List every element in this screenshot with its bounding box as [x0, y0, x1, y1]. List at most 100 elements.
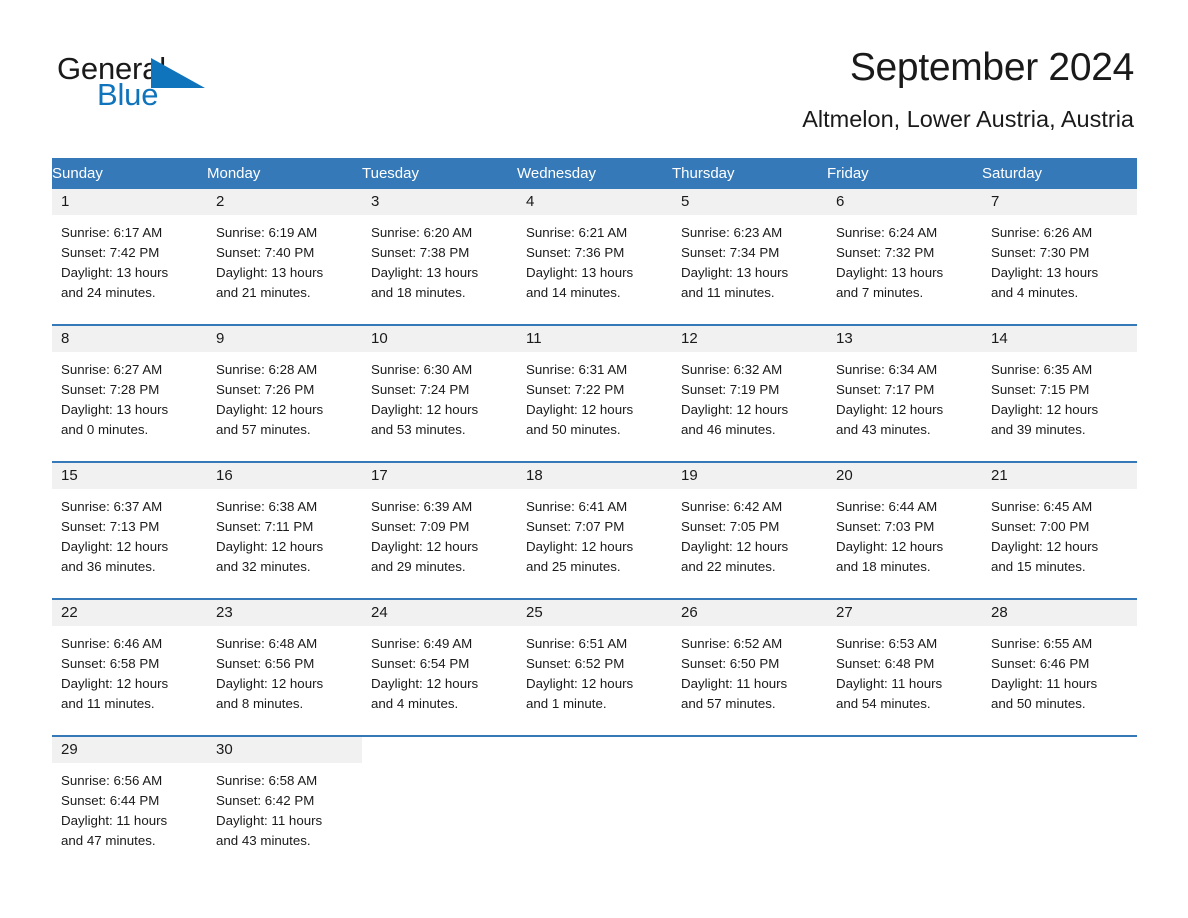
day-details: Sunrise: 6:56 AM Sunset: 6:44 PM Dayligh… [52, 763, 207, 851]
calendar-day-cell[interactable]: 18 Sunrise: 6:41 AM Sunset: 7:07 PM Dayl… [517, 461, 672, 599]
daylight-text-line2: and 24 minutes. [61, 285, 156, 300]
day-details: Sunrise: 6:32 AM Sunset: 7:19 PM Dayligh… [672, 352, 827, 440]
daylight-text-line2: and 25 minutes. [526, 559, 621, 574]
calendar-week-row: 8 Sunrise: 6:27 AM Sunset: 7:28 PM Dayli… [52, 324, 1137, 462]
daylight-text-line2: and 14 minutes. [526, 285, 621, 300]
day-details: Sunrise: 6:35 AM Sunset: 7:15 PM Dayligh… [982, 352, 1137, 440]
sunset-text: Sunset: 7:15 PM [991, 382, 1090, 397]
calendar-week-row: 15 Sunrise: 6:37 AM Sunset: 7:13 PM Dayl… [52, 461, 1137, 599]
page-header: General Blue September 2024 Altmelon, Lo… [0, 0, 1188, 132]
daylight-text-line2: and 39 minutes. [991, 422, 1086, 437]
daylight-text-line2: and 43 minutes. [836, 422, 931, 437]
daylight-text-line1: Daylight: 13 hours [836, 265, 944, 280]
day-details: Sunrise: 6:30 AM Sunset: 7:24 PM Dayligh… [362, 352, 517, 440]
calendar-day-cell[interactable]: 3 Sunrise: 6:20 AM Sunset: 7:38 PM Dayli… [362, 189, 517, 325]
page-subtitle-location: Altmelon, Lower Austria, Austria [802, 106, 1134, 132]
calendar-day-cell[interactable]: 7 Sunrise: 6:26 AM Sunset: 7:30 PM Dayli… [982, 189, 1137, 325]
daylight-text-line1: Daylight: 12 hours [681, 539, 789, 554]
sunrise-text: Sunrise: 6:37 AM [61, 499, 163, 514]
logo-top-row: General [57, 52, 287, 88]
day-details: Sunrise: 6:48 AM Sunset: 6:56 PM Dayligh… [207, 626, 362, 714]
daylight-text-line1: Daylight: 12 hours [371, 539, 479, 554]
day-details: Sunrise: 6:19 AM Sunset: 7:40 PM Dayligh… [207, 215, 362, 303]
calendar-day-cell[interactable]: 22 Sunrise: 6:46 AM Sunset: 6:58 PM Dayl… [52, 598, 207, 736]
day-details: Sunrise: 6:20 AM Sunset: 7:38 PM Dayligh… [362, 215, 517, 303]
calendar-day-cell[interactable]: 13 Sunrise: 6:34 AM Sunset: 7:17 PM Dayl… [827, 324, 982, 462]
calendar-day-cell[interactable]: 14 Sunrise: 6:35 AM Sunset: 7:15 PM Dayl… [982, 324, 1137, 462]
calendar-day-cell-empty [672, 735, 827, 872]
daylight-text-line2: and 54 minutes. [836, 696, 931, 711]
day-number-empty [827, 737, 982, 763]
sunset-text: Sunset: 7:22 PM [526, 382, 625, 397]
weekday-header-sunday: Sunday [52, 158, 207, 189]
daylight-text-line1: Daylight: 12 hours [216, 402, 324, 417]
calendar-day-cell[interactable]: 9 Sunrise: 6:28 AM Sunset: 7:26 PM Dayli… [207, 324, 362, 462]
sunset-text: Sunset: 7:24 PM [371, 382, 470, 397]
calendar-day-cell[interactable]: 24 Sunrise: 6:49 AM Sunset: 6:54 PM Dayl… [362, 598, 517, 736]
calendar-day-cell[interactable]: 23 Sunrise: 6:48 AM Sunset: 6:56 PM Dayl… [207, 598, 362, 736]
calendar-day-cell[interactable]: 5 Sunrise: 6:23 AM Sunset: 7:34 PM Dayli… [672, 189, 827, 325]
sunrise-text: Sunrise: 6:35 AM [991, 362, 1093, 377]
calendar-day-cell[interactable]: 28 Sunrise: 6:55 AM Sunset: 6:46 PM Dayl… [982, 598, 1137, 736]
logo-triangle-icon [151, 58, 205, 92]
daylight-text-line2: and 8 minutes. [216, 696, 304, 711]
calendar-week-row: 29 Sunrise: 6:56 AM Sunset: 6:44 PM Dayl… [52, 735, 1137, 872]
day-number: 5 [672, 189, 827, 215]
sunrise-text: Sunrise: 6:56 AM [61, 773, 163, 788]
daylight-text-line1: Daylight: 12 hours [526, 676, 634, 691]
day-details: Sunrise: 6:31 AM Sunset: 7:22 PM Dayligh… [517, 352, 672, 440]
calendar-day-cell[interactable]: 17 Sunrise: 6:39 AM Sunset: 7:09 PM Dayl… [362, 461, 517, 599]
sunset-text: Sunset: 7:28 PM [61, 382, 160, 397]
day-number: 24 [362, 600, 517, 626]
day-number: 25 [517, 600, 672, 626]
sunrise-text: Sunrise: 6:38 AM [216, 499, 318, 514]
calendar-day-cell[interactable]: 20 Sunrise: 6:44 AM Sunset: 7:03 PM Dayl… [827, 461, 982, 599]
calendar-day-cell[interactable]: 15 Sunrise: 6:37 AM Sunset: 7:13 PM Dayl… [52, 461, 207, 599]
calendar-day-cell[interactable]: 10 Sunrise: 6:30 AM Sunset: 7:24 PM Dayl… [362, 324, 517, 462]
calendar-day-cell[interactable]: 21 Sunrise: 6:45 AM Sunset: 7:00 PM Dayl… [982, 461, 1137, 599]
day-details: Sunrise: 6:41 AM Sunset: 7:07 PM Dayligh… [517, 489, 672, 577]
sunrise-text: Sunrise: 6:30 AM [371, 362, 473, 377]
calendar-day-cell[interactable]: 2 Sunrise: 6:19 AM Sunset: 7:40 PM Dayli… [207, 189, 362, 325]
sunrise-text: Sunrise: 6:31 AM [526, 362, 628, 377]
calendar-page: General Blue September 2024 Altmelon, Lo… [0, 0, 1188, 918]
sunset-text: Sunset: 7:09 PM [371, 519, 470, 534]
calendar-day-cell[interactable]: 16 Sunrise: 6:38 AM Sunset: 7:11 PM Dayl… [207, 461, 362, 599]
calendar-day-cell[interactable]: 29 Sunrise: 6:56 AM Sunset: 6:44 PM Dayl… [52, 735, 207, 872]
day-number: 17 [362, 463, 517, 489]
day-details: Sunrise: 6:39 AM Sunset: 7:09 PM Dayligh… [362, 489, 517, 577]
sunset-text: Sunset: 7:36 PM [526, 245, 625, 260]
sunrise-text: Sunrise: 6:27 AM [61, 362, 163, 377]
calendar-day-cell[interactable]: 6 Sunrise: 6:24 AM Sunset: 7:32 PM Dayli… [827, 189, 982, 325]
sunset-text: Sunset: 6:46 PM [991, 656, 1090, 671]
daylight-text-line2: and 4 minutes. [371, 696, 459, 711]
calendar-day-cell[interactable]: 25 Sunrise: 6:51 AM Sunset: 6:52 PM Dayl… [517, 598, 672, 736]
calendar-day-cell-empty [827, 735, 982, 872]
calendar-day-cell[interactable]: 27 Sunrise: 6:53 AM Sunset: 6:48 PM Dayl… [827, 598, 982, 736]
calendar-day-cell[interactable]: 11 Sunrise: 6:31 AM Sunset: 7:22 PM Dayl… [517, 324, 672, 462]
sunset-text: Sunset: 7:40 PM [216, 245, 315, 260]
day-number: 6 [827, 189, 982, 215]
day-details: Sunrise: 6:45 AM Sunset: 7:00 PM Dayligh… [982, 489, 1137, 577]
day-details: Sunrise: 6:38 AM Sunset: 7:11 PM Dayligh… [207, 489, 362, 577]
calendar-body: 1 Sunrise: 6:17 AM Sunset: 7:42 PM Dayli… [52, 189, 1137, 872]
sunset-text: Sunset: 6:50 PM [681, 656, 780, 671]
calendar-grid: Sunday Monday Tuesday Wednesday Thursday… [52, 158, 1137, 872]
calendar-day-cell[interactable]: 4 Sunrise: 6:21 AM Sunset: 7:36 PM Dayli… [517, 189, 672, 325]
daylight-text-line1: Daylight: 11 hours [836, 676, 943, 691]
daylight-text-line2: and 18 minutes. [371, 285, 466, 300]
sunrise-text: Sunrise: 6:46 AM [61, 636, 163, 651]
calendar-day-cell[interactable]: 30 Sunrise: 6:58 AM Sunset: 6:42 PM Dayl… [207, 735, 362, 872]
calendar-day-cell[interactable]: 19 Sunrise: 6:42 AM Sunset: 7:05 PM Dayl… [672, 461, 827, 599]
calendar-day-cell[interactable]: 12 Sunrise: 6:32 AM Sunset: 7:19 PM Dayl… [672, 324, 827, 462]
generalblue-logo[interactable]: General Blue [57, 52, 287, 114]
daylight-text-line1: Daylight: 13 hours [371, 265, 479, 280]
daylight-text-line2: and 11 minutes. [61, 696, 155, 711]
day-details: Sunrise: 6:21 AM Sunset: 7:36 PM Dayligh… [517, 215, 672, 303]
calendar-day-cell[interactable]: 1 Sunrise: 6:17 AM Sunset: 7:42 PM Dayli… [52, 189, 207, 325]
sunrise-text: Sunrise: 6:20 AM [371, 225, 473, 240]
calendar-day-cell[interactable]: 8 Sunrise: 6:27 AM Sunset: 7:28 PM Dayli… [52, 324, 207, 462]
daylight-text-line2: and 7 minutes. [836, 285, 924, 300]
sunset-text: Sunset: 6:54 PM [371, 656, 470, 671]
calendar-day-cell[interactable]: 26 Sunrise: 6:52 AM Sunset: 6:50 PM Dayl… [672, 598, 827, 736]
